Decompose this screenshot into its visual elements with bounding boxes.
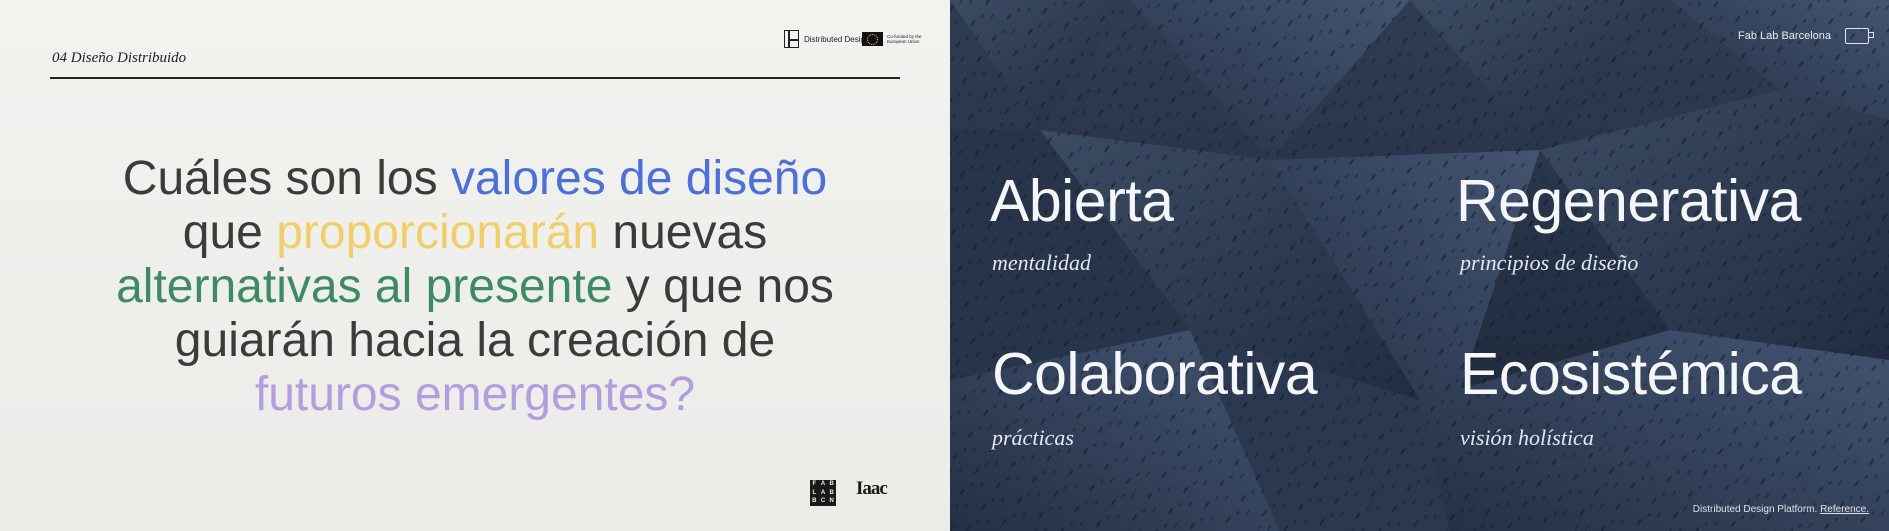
value-title-regenerativa: Regenerativa (1456, 168, 1801, 234)
question-text-1: Cuáles son los (122, 152, 451, 205)
value-subtitle-regenerativa: principios de diseño (1460, 250, 1639, 275)
iaac-logo: Iaac (856, 478, 888, 499)
footer-text: Distributed Design Platform. (1692, 504, 1821, 515)
value-subtitle-ecosistemica: visión holística (1460, 425, 1594, 450)
value-subtitle-colaborativa: prácticas (992, 425, 1074, 450)
eu-flag-icon (862, 32, 883, 46)
question-highlight-futures: futuros emergentes (254, 368, 669, 421)
main-question: Cuáles son los valores de diseño que pro… (52, 152, 898, 422)
distributed-design-icon (784, 30, 799, 48)
question-highlight-design-values: valores de diseño (450, 152, 828, 205)
fablab-bcn-logo: FAB LAB BCN (810, 480, 836, 506)
distributed-design-text: Distributed Design (804, 34, 870, 44)
fablab-bracket-icon (1845, 28, 1874, 44)
distributed-design-logo: Distributed Design (784, 30, 869, 48)
question-text-3: nuevas (599, 206, 768, 259)
reference-link[interactable]: Reference. (1820, 504, 1869, 515)
value-title-colaborativa: Colaborativa (992, 341, 1318, 407)
question-highlight-alternatives: alternativas al presente (116, 260, 613, 313)
footer-credit: Distributed Design Platform. Reference. (1693, 504, 1869, 515)
question-mark: ? (668, 368, 696, 421)
right-slide: Fab Lab Barcelona Abierta mentalidad Reg… (950, 0, 1889, 531)
section-label: 04 Diseño Distribuido (52, 50, 187, 66)
eu-cofunded-text: Co-funded by the European Union (887, 33, 922, 45)
question-highlight-provide: proporcionarán (276, 206, 600, 259)
value-subtitle-abierta: mentalidad (992, 250, 1091, 275)
header-divider (50, 77, 900, 79)
value-title-abierta: Abierta (990, 168, 1174, 234)
value-title-ecosistemica: Ecosistémica (1460, 341, 1802, 407)
question-text-2: que (182, 206, 277, 259)
eu-cofunded-logo: Co-funded by the European Union (862, 32, 929, 46)
fablab-barcelona-brand: Fab Lab Barcelona (1738, 30, 1831, 42)
left-slide: 04 Diseño Distribuido Distributed Design… (0, 0, 950, 531)
